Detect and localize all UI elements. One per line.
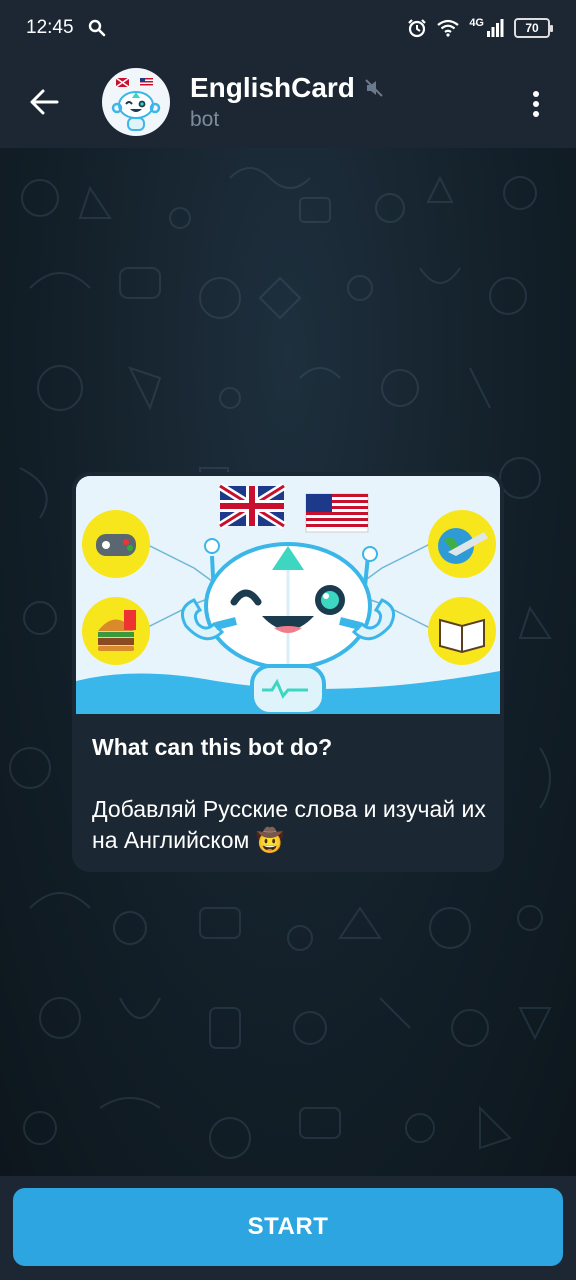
back-button[interactable]	[8, 56, 80, 148]
chat-header: EnglishCard bot	[0, 56, 576, 148]
search-icon	[88, 19, 105, 37]
bot-description-card: What can this bot do? Добавляй Русские с…	[72, 472, 504, 872]
network-type: 4G	[469, 17, 484, 29]
muted-speaker-icon	[365, 79, 383, 97]
card-heading: What can this bot do?	[92, 734, 333, 760]
chat-background: What can this bot do? Добавляй Русские с…	[0, 148, 576, 1176]
battery-level: 70	[525, 21, 539, 35]
status-right: 4G 70	[407, 17, 553, 38]
start-button[interactable]: START	[13, 1188, 563, 1266]
wifi-icon	[437, 19, 459, 37]
title-row: EnglishCard	[190, 72, 383, 104]
alarm-icon	[408, 19, 427, 38]
arrow-left-icon	[30, 89, 59, 115]
more-vertical-icon	[533, 91, 539, 97]
chat-subtitle: bot	[190, 108, 220, 131]
status-left: 12:45	[26, 17, 106, 39]
bot-avatar[interactable]	[102, 68, 170, 136]
bot-banner-image	[76, 476, 500, 714]
status-bar: 12:45 4G 70	[0, 0, 576, 56]
more-options-button[interactable]	[518, 86, 554, 122]
chat-title: EnglishCard	[190, 72, 355, 103]
battery-icon: 70	[514, 18, 553, 38]
card-description: Добавляй Русские слова и изучай их на Ан…	[92, 796, 486, 853]
signal-icon	[487, 19, 504, 37]
title-block[interactable]: EnglishCard bot	[190, 72, 383, 132]
status-time: 12:45	[26, 17, 74, 38]
robot-avatar-icon	[111, 77, 161, 131]
robot-banner-illustration	[76, 476, 500, 714]
bottom-bar: START	[0, 1176, 576, 1280]
